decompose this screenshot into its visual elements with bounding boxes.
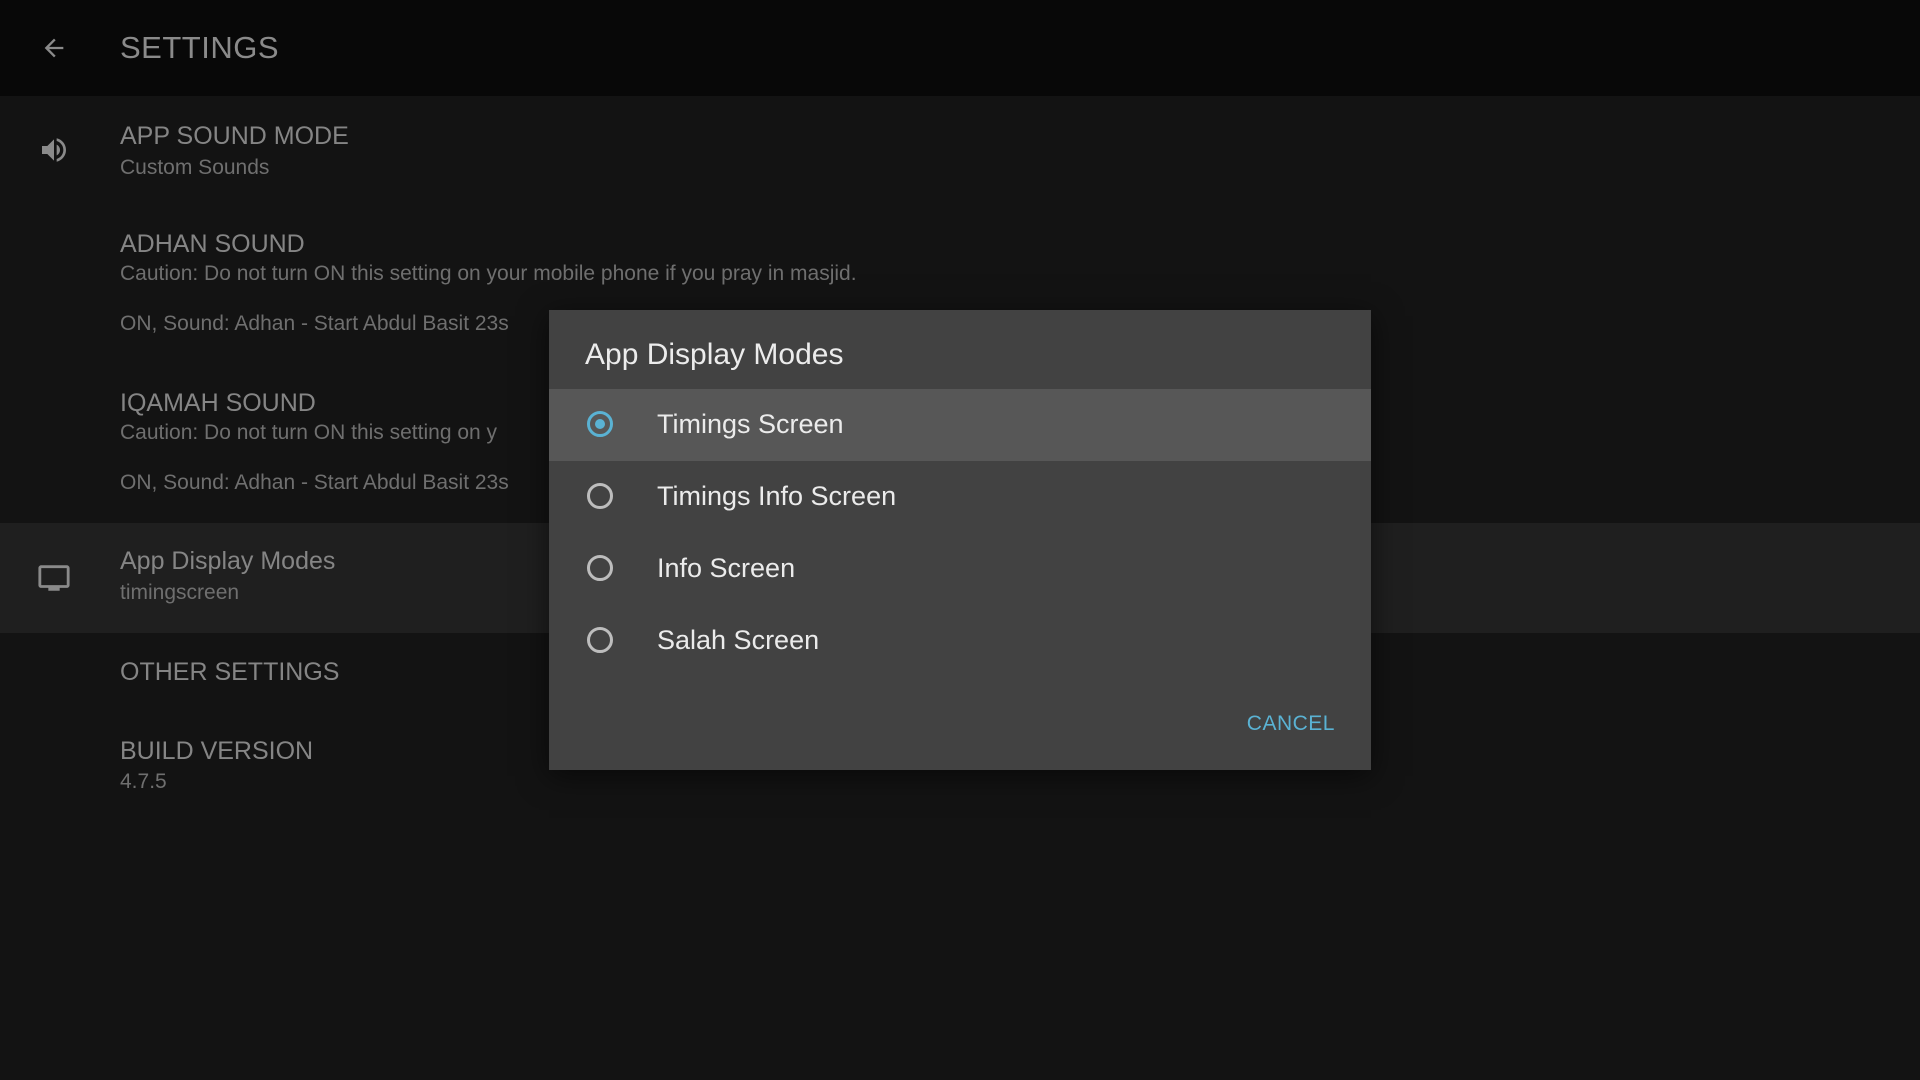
cancel-button[interactable]: CANCEL: [1245, 708, 1337, 740]
setting-subtitle: timingscreen: [120, 581, 240, 604]
option-timings-screen[interactable]: Timings Screen: [549, 389, 1371, 461]
option-label: Salah Screen: [657, 625, 820, 655]
radio-unselected-icon[interactable]: [587, 627, 613, 653]
radio-unselected-icon[interactable]: [587, 483, 613, 509]
setting-value: ON, Sound: Adhan - Start Abdul Basit 23s: [120, 312, 509, 335]
setting-title: OTHER SETTINGS: [120, 658, 340, 686]
setting-app-sound-mode[interactable]: APP SOUND MODE Custom Sounds: [0, 96, 1920, 200]
back-arrow-icon: [44, 38, 64, 58]
option-label: Timings Info Screen: [657, 481, 897, 511]
radio-unselected-icon[interactable]: [587, 555, 613, 581]
radio-selected-icon[interactable]: [587, 411, 613, 437]
setting-title: APP SOUND MODE: [120, 122, 349, 150]
display-modes-dialog: App Display Modes Timings Screen Timings…: [549, 310, 1371, 770]
setting-subtitle: 4.7.5: [120, 770, 167, 793]
setting-title: IQAMAH SOUND: [120, 389, 316, 417]
option-label: Info Screen: [657, 553, 796, 583]
speaker-icon: [30, 128, 78, 172]
back-button[interactable]: [30, 26, 78, 70]
dialog-title: App Display Modes: [585, 338, 844, 371]
app-bar: SETTINGS: [0, 0, 1920, 96]
monitor-icon: [30, 556, 78, 600]
settings-screen: SETTINGS APP SOUND MODE Custom Sounds AD…: [0, 0, 1920, 1080]
setting-title: ADHAN SOUND: [120, 230, 305, 258]
setting-value: ON, Sound: Adhan - Start Abdul Basit 23s: [120, 471, 509, 494]
option-label: Timings Screen: [657, 409, 844, 439]
setting-title: App Display Modes: [120, 547, 336, 575]
option-salah-screen[interactable]: Salah Screen: [549, 605, 1371, 677]
option-info-screen[interactable]: Info Screen: [549, 533, 1371, 605]
setting-caution: Caution: Do not turn ON this setting on …: [120, 262, 857, 285]
option-timings-info-screen[interactable]: Timings Info Screen: [549, 461, 1371, 533]
page-title: SETTINGS: [120, 30, 280, 65]
setting-caution: Caution: Do not turn ON this setting on …: [120, 421, 498, 444]
setting-title: BUILD VERSION: [120, 737, 314, 765]
setting-subtitle: Custom Sounds: [120, 156, 270, 179]
